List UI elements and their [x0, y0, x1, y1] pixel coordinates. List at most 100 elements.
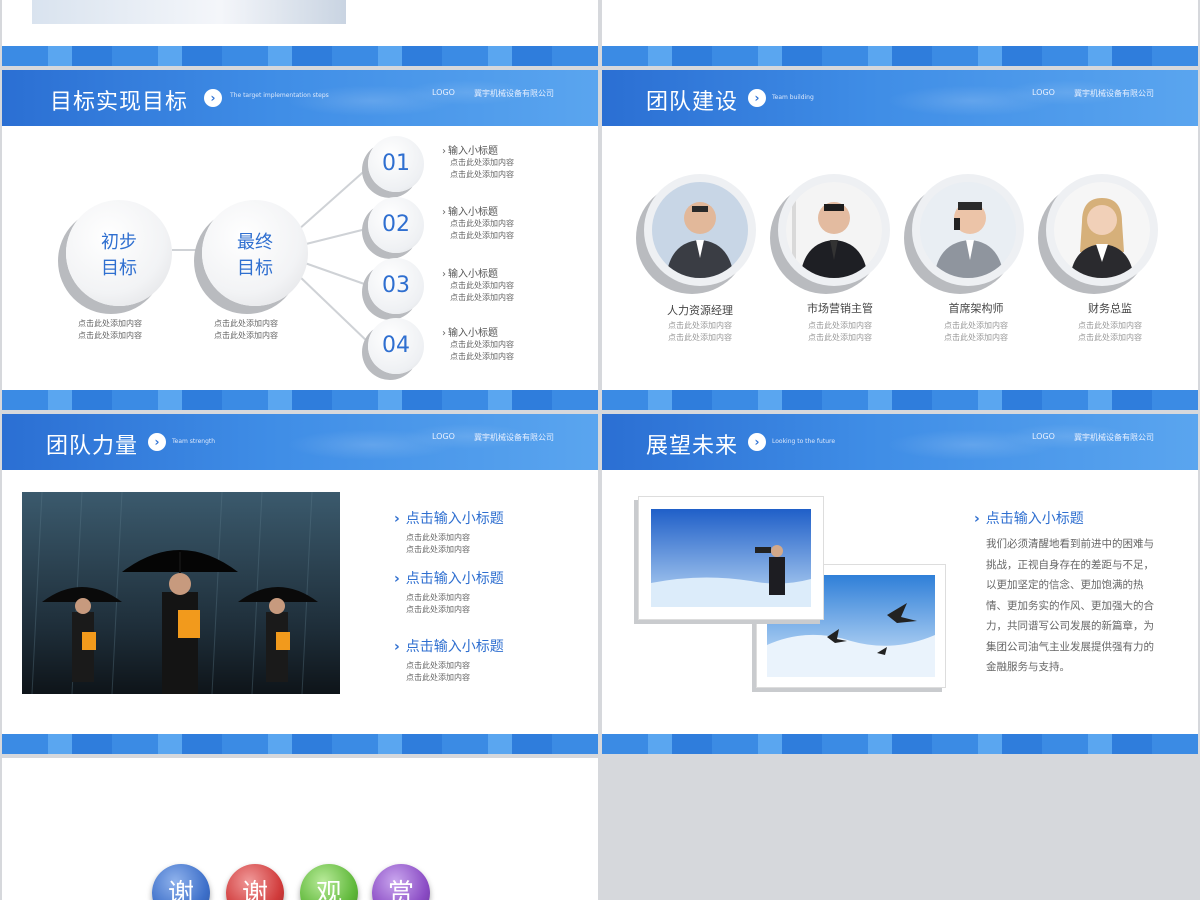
- step-desc: 点击此处添加内容: [450, 352, 514, 361]
- desc-line: 点击此处添加内容: [1078, 321, 1142, 330]
- step-number[interactable]: 03: [368, 258, 424, 314]
- future-heading[interactable]: 点击输入小标题: [974, 508, 1084, 528]
- footer-band: [602, 734, 1198, 754]
- subheading-block: 点击输入小标题 点击此处添加内容 点击此处添加内容: [394, 508, 504, 556]
- step-desc: 点击此处添加内容: [450, 281, 514, 290]
- thanks-ball: 谢: [226, 864, 284, 900]
- step-number[interactable]: 02: [368, 197, 424, 253]
- circle-desc: 点击此处添加内容 点击此处添加内容: [214, 318, 278, 342]
- subheading[interactable]: 点击输入小标题: [394, 568, 504, 588]
- step-desc: 点击此处添加内容: [450, 158, 514, 167]
- team-member-card[interactable]: [644, 174, 756, 286]
- slide-title: 团队力量: [46, 434, 139, 459]
- step-desc: 点击此处添加内容: [450, 231, 514, 240]
- portrait-photo: [920, 182, 1016, 278]
- step-title: 输入小标题: [442, 265, 514, 280]
- team-member-card[interactable]: [778, 174, 890, 286]
- desc-line: 点击此处添加内容: [808, 321, 872, 330]
- header-band: 团队力量 › Team strength LOGO 冀宇机械设备有限公司: [2, 414, 598, 470]
- team-member-card[interactable]: [912, 174, 1024, 286]
- desc-line: 点击此处添加内容: [668, 333, 732, 342]
- subheading[interactable]: 点击输入小标题: [394, 508, 504, 528]
- thanks-ball: 谢: [152, 864, 210, 900]
- header-band: 展望未来 › Looking to the future LOGO 冀宇机械设备…: [602, 414, 1198, 470]
- slide-subtitle: Team building: [772, 94, 814, 101]
- portrait-photo: [652, 182, 748, 278]
- arrow-right-icon: ›: [148, 433, 166, 451]
- circle-label-line2: 目标: [237, 258, 273, 279]
- header-band: 团队建设 › Team building LOGO 冀宇机械设备有限公司: [602, 70, 1198, 126]
- desc-line: 点击此处添加内容: [808, 333, 872, 342]
- slide-subtitle: Team strength: [172, 438, 216, 445]
- subheading-block: 点击输入小标题 点击此处添加内容 点击此处添加内容: [394, 568, 504, 616]
- desc-line: 点击此处添加内容: [944, 321, 1008, 330]
- goal-circle-initial[interactable]: 初步 目标: [66, 200, 172, 306]
- logo-text: LOGO: [432, 432, 455, 441]
- slide-sheet: 目标实现目标 › The target implementation steps…: [0, 0, 1200, 900]
- umbrella-people-icon: [31, 492, 318, 694]
- photo-strip: [32, 0, 346, 24]
- member-desc: 点击此处添加内容 点击此处添加内容: [916, 320, 1036, 344]
- slide-subtitle: Looking to the future: [772, 438, 836, 445]
- step-number[interactable]: 04: [368, 318, 424, 374]
- slide-top-left-partial: [2, 0, 598, 66]
- arrow-right-icon: ›: [748, 89, 766, 107]
- member-role: 人力资源经理: [667, 304, 733, 317]
- sub-desc: 点击此处添加内容: [406, 605, 470, 614]
- company-name: 冀宇机械设备有限公司: [1074, 89, 1154, 98]
- slide-title: 展望未来: [646, 434, 739, 459]
- sub-desc: 点击此处添加内容: [406, 673, 470, 682]
- slide-thanks[interactable]: 谢 谢 观 赏: [2, 758, 598, 900]
- subheading-block: 点击输入小标题 点击此处添加内容 点击此处添加内容: [394, 636, 504, 684]
- desc-line: 点击此处添加内容: [214, 331, 278, 340]
- step-text: 输入小标题 点击此处添加内容 点击此处添加内容: [442, 324, 514, 363]
- binoculars-man-icon: [651, 509, 811, 607]
- desc-line: 点击此处添加内容: [78, 319, 142, 328]
- step-desc: 点击此处添加内容: [450, 170, 514, 179]
- thanks-ball: 观: [300, 864, 358, 900]
- step-title: 输入小标题: [442, 142, 514, 157]
- step-desc: 点击此处添加内容: [450, 219, 514, 228]
- step-number[interactable]: 01: [368, 136, 424, 192]
- circle-desc: 点击此处添加内容 点击此处添加内容: [78, 318, 142, 342]
- circle-label-line2: 目标: [101, 258, 137, 279]
- footer-band: [2, 734, 598, 754]
- desc-line: 点击此处添加内容: [944, 333, 1008, 342]
- desc-line: 点击此处添加内容: [214, 319, 278, 328]
- circle-label-line1: 最终: [237, 232, 273, 253]
- step-desc: 点击此处添加内容: [450, 340, 514, 349]
- goal-circle-final[interactable]: 最终 目标: [202, 200, 308, 306]
- desc-line: 点击此处添加内容: [668, 321, 732, 330]
- footer-band: [2, 390, 598, 410]
- member-desc: 点击此处添加内容 点击此处添加内容: [1050, 320, 1170, 344]
- person-icon: [652, 182, 748, 278]
- footer-band: [602, 390, 1198, 410]
- sub-desc: 点击此处添加内容: [406, 593, 470, 602]
- team-member-card[interactable]: [1046, 174, 1158, 286]
- member-desc: 点击此处添加内容 点击此处添加内容: [780, 320, 900, 344]
- member-role: 市场营销主管: [807, 302, 873, 315]
- step-text: 输入小标题 点击此处添加内容 点击此处添加内容: [442, 203, 514, 242]
- slide-team-building[interactable]: 团队建设 › Team building LOGO 冀宇机械设备有限公司 人力资…: [602, 70, 1198, 410]
- slide-goal[interactable]: 目标实现目标 › The target implementation steps…: [2, 70, 598, 410]
- photo-frame-binoculars: [638, 496, 824, 620]
- member-desc: 点击此处添加内容 点击此处添加内容: [640, 320, 760, 344]
- step-desc: 点击此处添加内容: [450, 293, 514, 302]
- step-text: 输入小标题 点击此处添加内容 点击此处添加内容: [442, 265, 514, 304]
- member-role: 首席架构师: [948, 302, 1004, 315]
- umbrella-photo: [22, 492, 340, 694]
- logo-text: LOGO: [1032, 432, 1055, 441]
- slide-top-right-partial: [602, 0, 1198, 66]
- slide-future[interactable]: 展望未来 › Looking to the future LOGO 冀宇机械设备…: [602, 414, 1198, 754]
- future-paragraph: 我们必须清醒地看到前进中的困难与挑战，正视自身存在的差距与不足，以更加坚定的信念…: [986, 538, 1154, 673]
- step-title: 输入小标题: [442, 324, 514, 339]
- company-name: 冀宇机械设备有限公司: [1074, 433, 1154, 442]
- footer-band: [602, 46, 1198, 66]
- subheading[interactable]: 点击输入小标题: [394, 636, 504, 656]
- slide-title: 团队建设: [646, 90, 739, 115]
- person-icon: [1054, 182, 1150, 278]
- step-text: 输入小标题 点击此处添加内容 点击此处添加内容: [442, 142, 514, 181]
- member-role: 财务总监: [1088, 302, 1132, 315]
- portrait-photo: [786, 182, 882, 278]
- slide-team-strength[interactable]: 团队力量 › Team strength LOGO 冀宇机械设备有限公司 点击输…: [2, 414, 598, 754]
